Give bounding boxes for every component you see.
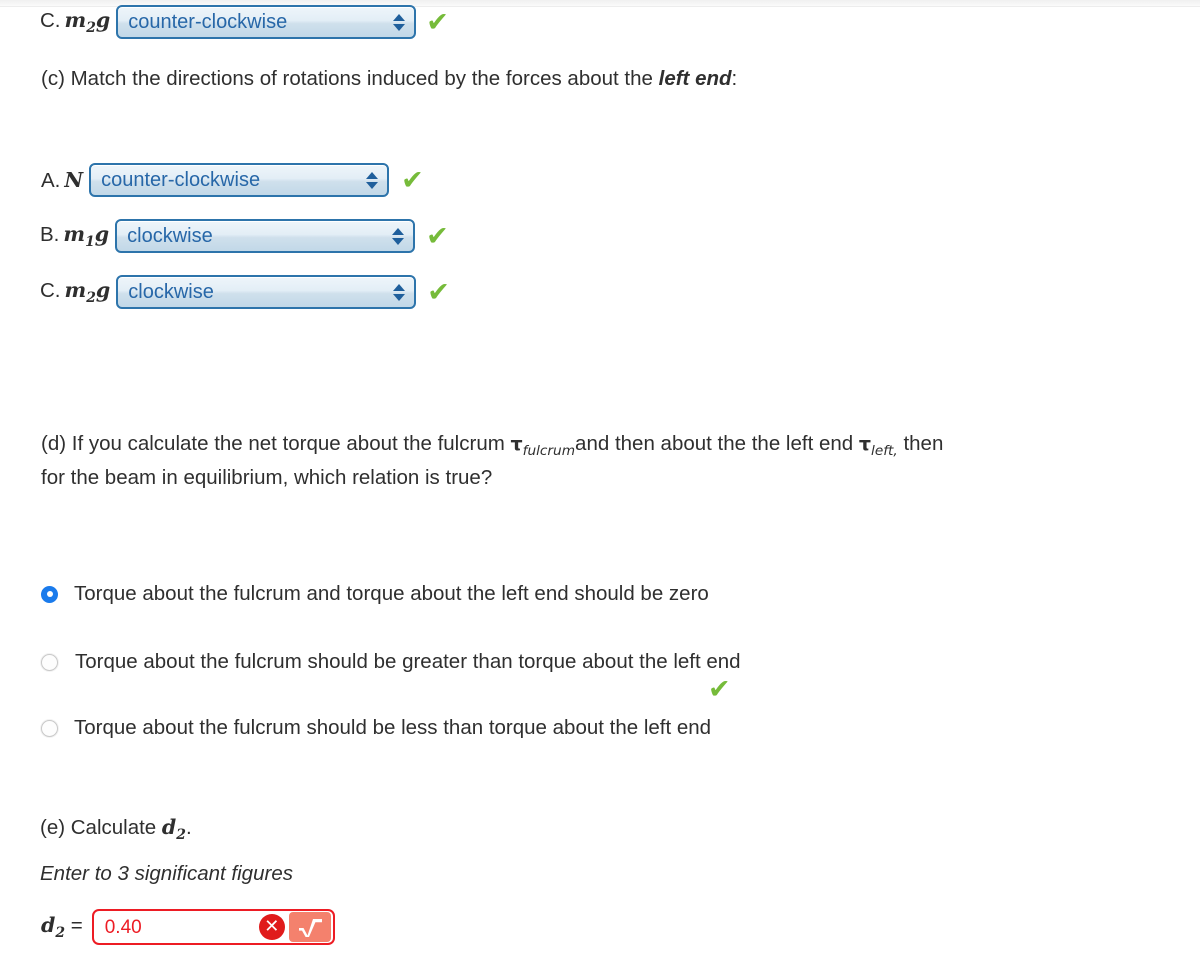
part-d-text-a: (d) If you calculate the net torque abou… [41, 432, 511, 455]
match-row-c-b: B. m1g clockwise ✔ [40, 217, 449, 255]
match-row-variable: m2g [64, 7, 111, 37]
part-e-prompt-prefix: (e) Calculate [40, 816, 162, 839]
direction-select-c-b-value: clockwise [127, 225, 213, 247]
match-row-variable: m1g [63, 221, 110, 251]
match-row-letter: A. [41, 168, 61, 192]
radio-option-label: Torque about the fulcrum should be less … [74, 716, 712, 739]
chevron-updown-icon [393, 280, 406, 304]
match-row-letter: B. [40, 222, 60, 246]
part-e-variable: d2 [161, 815, 186, 844]
radio-button-icon[interactable] [41, 719, 58, 737]
correct-check-icon: ✔ [426, 6, 449, 38]
match-row-label: B. m1g [40, 222, 109, 250]
radio-option-less[interactable]: Torque about the fulcrum should be less … [41, 716, 711, 740]
match-row-label: A. N [41, 168, 83, 193]
radio-button-icon[interactable] [41, 653, 58, 671]
match-row-c-c: C. m2g clockwise ✔ [40, 273, 450, 311]
answer-input-wrapper[interactable]: 0.40 ✕ [91, 909, 335, 945]
match-row-label: C. m2g [40, 8, 110, 36]
match-row-variable: m2g [64, 277, 111, 307]
radio-option-label: Torque about the fulcrum and torque abou… [74, 582, 709, 605]
direction-select-b-c[interactable]: counter-clockwise [116, 5, 417, 39]
part-c-prompt: (c) Match the directions of rotations in… [41, 62, 737, 95]
correct-check-icon: ✔ [401, 164, 424, 196]
direction-select-c-b[interactable]: clockwise [115, 219, 416, 253]
chevron-updown-icon [392, 224, 405, 248]
correct-check-icon: ✔ [427, 276, 450, 308]
part-e-hint: Enter to 3 significant figures [40, 862, 293, 885]
part-e-answer-row: d2 = 0.40 ✕ [41, 909, 335, 945]
radio-option-zero[interactable]: Torque about the fulcrum and torque abou… [41, 582, 709, 606]
sqrt-equation-editor-button[interactable] [288, 912, 331, 942]
match-row-b-c: C. m2g counter-clockwise ✔ [40, 3, 449, 41]
match-row-variable: N [64, 167, 84, 192]
radio-option-label: Torque about the fulcrum should be great… [75, 650, 741, 673]
part-d-prompt-line2: for the beam in equilibrium, which relat… [41, 466, 493, 489]
incorrect-x-icon: ✕ [258, 914, 285, 940]
direction-select-c-a-value: counter-clockwise [101, 169, 261, 191]
match-row-label: C. m2g [40, 278, 110, 306]
part-c-prompt-before: (c) Match the directions of rotations in… [41, 67, 659, 90]
part-e-prompt: (e) Calculate d2. [40, 811, 192, 852]
part-d-correct-check-icon: ✔ [708, 674, 731, 705]
answer-input-value[interactable]: 0.40 [105, 918, 142, 937]
direction-select-c-c[interactable]: clockwise [116, 275, 417, 309]
match-row-letter: C. [40, 8, 61, 32]
chevron-updown-icon [393, 10, 406, 34]
part-d-text-b: and then about the the left end [575, 432, 859, 455]
tau-fulcrum-symbol: τfulcrum [510, 433, 576, 459]
direction-select-b-c-value: counter-clockwise [128, 11, 288, 33]
answer-variable: d2 [41, 912, 66, 942]
part-d-text-c: then [897, 432, 944, 455]
part-c-prompt-emphasis: left end [658, 67, 732, 90]
chevron-updown-icon [366, 168, 379, 192]
part-e-prompt-suffix: . [185, 816, 192, 839]
part-c-prompt-after: : [731, 67, 738, 90]
tau-left-symbol: τleft, [858, 433, 898, 459]
answer-equals: = [70, 913, 83, 937]
radio-button-icon[interactable] [41, 585, 58, 603]
match-row-c-a: A. N counter-clockwise ✔ [41, 161, 424, 199]
answer-label: d2 = [41, 913, 83, 941]
direction-select-c-a[interactable]: counter-clockwise [89, 163, 390, 197]
correct-check-icon: ✔ [426, 220, 449, 252]
radio-option-greater[interactable]: Torque about the fulcrum should be great… [41, 650, 741, 674]
direction-select-c-c-value: clockwise [128, 281, 214, 303]
match-row-letter: C. [40, 278, 61, 302]
